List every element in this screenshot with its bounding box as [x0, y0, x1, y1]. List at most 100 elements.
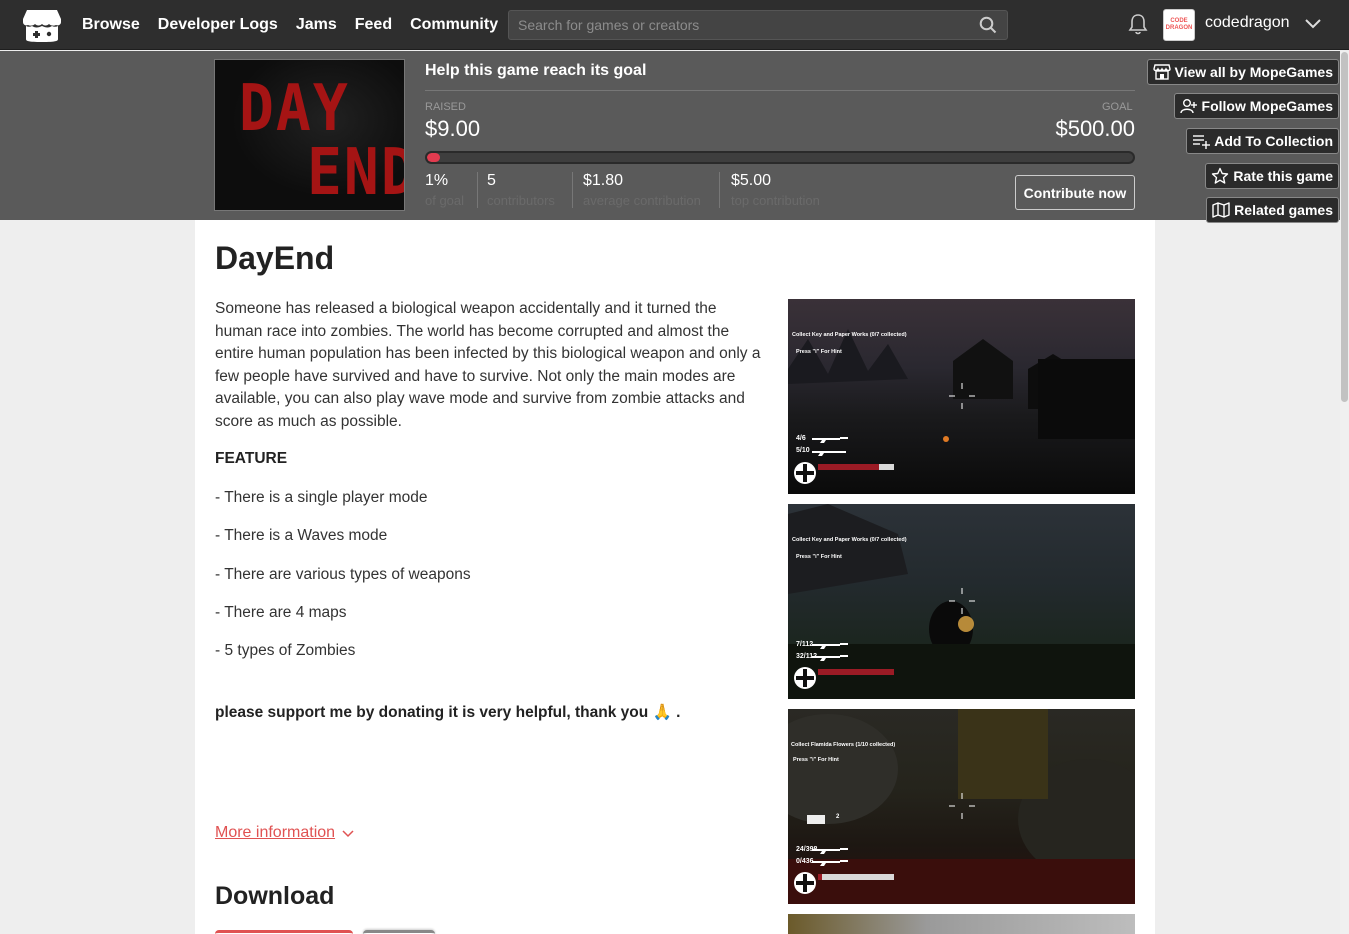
health-fill [818, 874, 822, 880]
map-icon [1212, 202, 1230, 218]
rifle-icon [812, 848, 848, 854]
star-icon [1212, 167, 1229, 184]
feature-item: - There are 4 maps [215, 604, 347, 621]
health-bar [818, 874, 894, 880]
stat-value: 1% [425, 172, 449, 189]
contribute-now-button[interactable]: Contribute now [1015, 175, 1135, 210]
search-box [508, 10, 1008, 40]
action-label: Follow MopeGames [1201, 98, 1333, 114]
raised-label: RAISED [425, 101, 466, 113]
hint-text: Press "i" For Hint [796, 554, 842, 560]
nav-developer-logs[interactable]: Developer Logs [158, 16, 278, 34]
crosshair-icon [949, 588, 975, 614]
stat-label: contributors [487, 193, 555, 208]
crosshair-icon [949, 383, 975, 409]
support-message: please support me by donating it is very… [215, 704, 681, 721]
download-button[interactable] [215, 930, 353, 934]
action-label: View all by MopeGames [1174, 64, 1333, 80]
rifle-icon [812, 643, 848, 649]
stat-label: average contribution [583, 193, 701, 208]
goal-value: $500.00 [1055, 116, 1135, 141]
nav-community[interactable]: Community [410, 16, 498, 34]
health-bar [818, 669, 894, 675]
feature-item: - There is a Waves mode [215, 527, 388, 544]
add-to-collection-button[interactable]: Add To Collection [1186, 128, 1339, 154]
chevron-down-icon[interactable] [1304, 16, 1322, 30]
inventory-item-icon [807, 815, 825, 824]
add-list-icon [1193, 135, 1211, 149]
chevron-down-icon[interactable] [342, 830, 354, 838]
top-navbar: Browse Developer Logs Jams Feed Communit… [0, 0, 1349, 50]
objective-text: Collect Flamida Flowers (1/10 collected) [791, 742, 896, 748]
stat-label: of goal [425, 193, 465, 208]
hint-text: Press "i" For Hint [793, 757, 839, 763]
health-cross-icon [794, 872, 816, 894]
search-icon[interactable] [979, 16, 997, 34]
username[interactable]: codedragon [1205, 14, 1290, 32]
game-title: DayEnd [215, 240, 335, 276]
nav-browse[interactable]: Browse [82, 16, 140, 34]
notification-bell-icon[interactable] [1128, 13, 1148, 35]
action-label: Rate this game [1233, 168, 1333, 184]
game-cover-image: DAY END [214, 59, 405, 211]
stat-contributors: 5 contributors [487, 172, 555, 210]
avatar-text: CODE DRAGON [1165, 18, 1193, 31]
divider [572, 172, 573, 208]
health-bar [818, 464, 894, 470]
screenshot-2[interactable]: Collect Key and Paper Works (0/7 collect… [788, 504, 1135, 699]
itchio-logo-icon[interactable] [22, 8, 62, 43]
view-all-by-button[interactable]: View all by MopeGames [1146, 59, 1339, 85]
screenshot-3[interactable]: Collect Flamida Flowers (1/10 collected)… [788, 709, 1135, 904]
search-input[interactable] [509, 11, 1007, 39]
goal-label: GOAL [1102, 101, 1133, 113]
nav-feed[interactable]: Feed [355, 16, 392, 34]
goal-heading: Help this game reach its goal [425, 62, 647, 79]
action-label: Related games [1234, 202, 1333, 218]
feature-item: - There is a single player mode [215, 489, 428, 506]
rate-game-button[interactable]: Rate this game [1205, 163, 1339, 189]
divider [719, 172, 720, 208]
goal-progress-bar [425, 151, 1135, 164]
raised-value: $9.00 [425, 116, 481, 141]
shotgun-icon [812, 451, 846, 456]
game-description: Someone has released a biological weapon… [215, 300, 761, 430]
divider [477, 172, 478, 208]
health-cross-icon [794, 667, 816, 689]
progress-fill [427, 153, 440, 162]
action-label: Add To Collection [1214, 133, 1333, 149]
nav-jams[interactable]: Jams [296, 16, 337, 34]
add-user-icon [1179, 99, 1197, 114]
objective-text: Collect Key and Paper Works (0/7 collect… [792, 332, 907, 338]
health-fill [818, 669, 894, 675]
avatar[interactable]: CODE DRAGON [1163, 9, 1195, 41]
follow-button[interactable]: Follow MopeGames [1173, 93, 1339, 119]
inventory-count: 2 [836, 814, 840, 820]
rifle-icon [812, 437, 848, 443]
screenshot-4[interactable] [788, 914, 1135, 934]
download-secondary-button[interactable] [363, 930, 435, 934]
divider [425, 90, 1135, 91]
screenshot-1[interactable]: Collect Key and Paper Works (0/7 collect… [788, 299, 1135, 494]
rifle-icon [812, 860, 848, 866]
rifle-icon [812, 655, 848, 661]
health-fill [818, 464, 879, 470]
ammo-count: 5/10 [796, 447, 810, 454]
stat-top: $5.00 top contribution [731, 172, 820, 210]
related-games-button[interactable]: Related games [1206, 197, 1339, 223]
scrollbar-thumb[interactable] [1341, 52, 1348, 402]
feature-item: - There are various types of weapons [215, 566, 471, 583]
feature-item: - 5 types of Zombies [215, 642, 356, 659]
objective-text: Collect Key and Paper Works (0/7 collect… [792, 537, 907, 543]
ammo-count: 4/6 [796, 435, 806, 442]
stat-value: $5.00 [731, 172, 772, 189]
hint-text: Press "i" For Hint [796, 349, 842, 355]
stat-label: top contribution [731, 193, 820, 208]
more-information-link[interactable]: More information [215, 824, 335, 842]
cover-title-line2: END [307, 134, 404, 210]
health-cross-icon [794, 462, 816, 484]
feature-heading: FEATURE [215, 450, 288, 467]
stat-percent: 1% of goal [425, 172, 464, 210]
stat-value: $1.80 [583, 172, 624, 189]
stat-value: 5 [487, 172, 496, 189]
stat-average: $1.80 average contribution [583, 172, 701, 210]
